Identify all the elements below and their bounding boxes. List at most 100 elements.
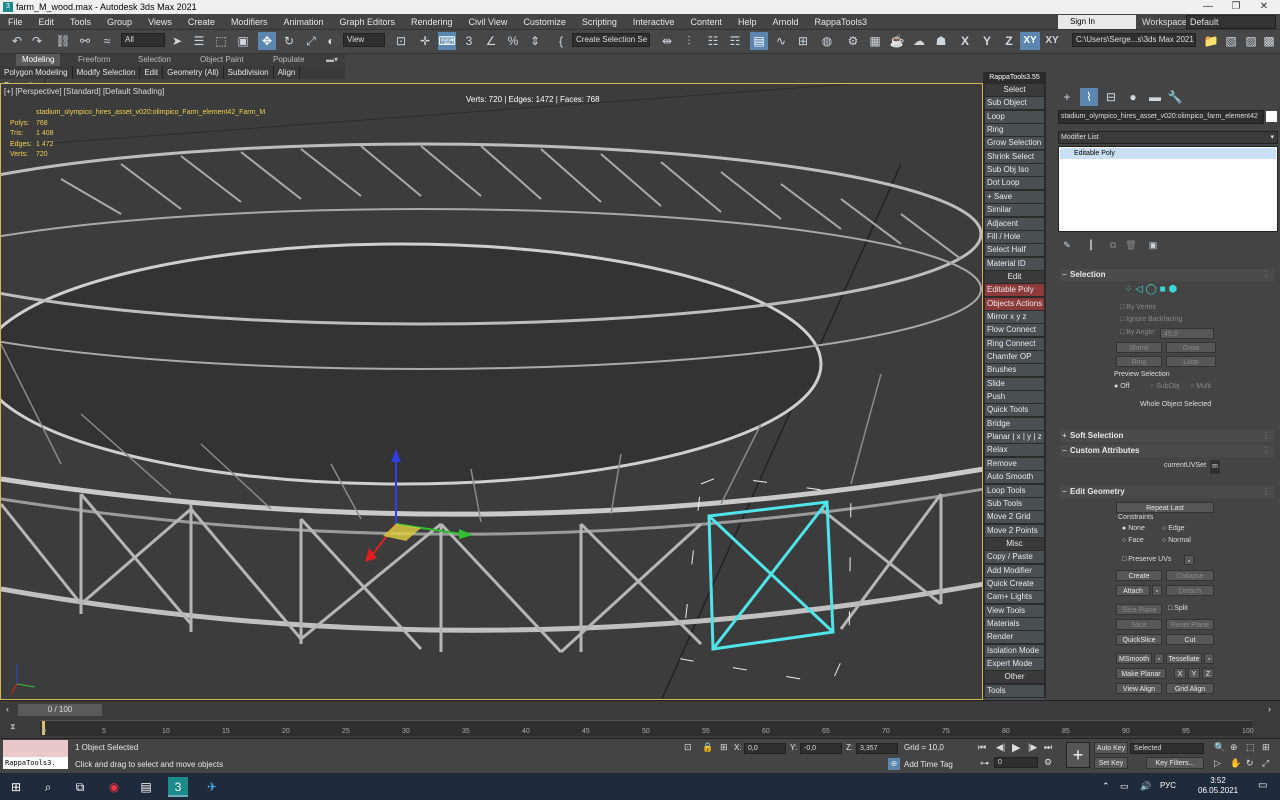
menu-edit[interactable]: Edit — [31, 14, 63, 30]
key-filter-icon[interactable]: ⧗ — [10, 722, 16, 732]
y-coordinate-field[interactable]: -0,0 — [800, 743, 842, 754]
x-coordinate-field[interactable]: 0,0 — [744, 743, 786, 754]
menu-tools[interactable]: Tools — [62, 14, 99, 30]
render-icon[interactable]: ☕ — [888, 32, 906, 50]
toolbar-more-icon[interactable]: ▩ — [1260, 32, 1278, 50]
goto-start-icon[interactable]: ⏮ — [978, 742, 986, 753]
menu-animation[interactable]: Animation — [275, 14, 331, 30]
utilities-tab-icon[interactable]: 🔧 — [1166, 88, 1184, 106]
rappa-button-15[interactable]: Editable Poly — [985, 284, 1044, 297]
next-frame-icon[interactable]: › — [1268, 704, 1271, 714]
menu-views[interactable]: Views — [140, 14, 180, 30]
preserve-uvs-settings-icon[interactable]: ▫ — [1184, 555, 1194, 565]
by-angle-checkbox[interactable]: □ By Angle: — [1120, 328, 1156, 338]
rappa-button-12[interactable]: Select Half — [985, 244, 1044, 257]
menu-modifiers[interactable]: Modifiers — [223, 14, 276, 30]
absolute-mode-icon[interactable]: ⊞ — [720, 742, 728, 753]
create-tab-icon[interactable]: + — [1058, 88, 1076, 106]
task-view-icon[interactable]: ⧉ — [70, 777, 90, 797]
tab-populate[interactable]: Populate — [273, 54, 305, 66]
axis-x-button[interactable]: X — [956, 32, 974, 50]
rappa-button-7[interactable]: Dot Loop — [985, 177, 1044, 190]
menu-rendering[interactable]: Rendering — [403, 14, 461, 30]
render-cloud-icon[interactable]: ☁ — [910, 32, 928, 50]
reset-plane-button[interactable]: Reset Plane — [1166, 619, 1214, 630]
object-name-field[interactable]: stadium_olympico_hires_asset_v020:olimpi… — [1058, 110, 1264, 124]
snapshot-icon[interactable]: ▧ — [1222, 32, 1240, 50]
material-editor-icon[interactable]: ◍ — [818, 32, 836, 50]
make-unique-icon[interactable]: ⧉ — [1104, 236, 1122, 254]
rappa-button-37[interactable]: Quick Create — [985, 577, 1044, 590]
pivot-icon[interactable]: ⊡ — [392, 32, 410, 50]
rappa-button-4[interactable]: Grow Selection — [985, 137, 1044, 150]
bind-spacewarp-icon[interactable]: ≈ — [98, 32, 116, 50]
rappa-button-8[interactable]: + Save — [985, 190, 1044, 203]
panel-polygon-modeling[interactable]: Polygon Modeling — [0, 66, 73, 79]
quickslice-button[interactable]: QuickSlice — [1116, 634, 1162, 645]
edge-mode-icon[interactable]: ◁ — [1135, 284, 1143, 295]
rappa-button-6[interactable]: Sub Obj Iso — [985, 164, 1044, 177]
rappa-button-23[interactable]: Push — [985, 391, 1044, 404]
menu-help[interactable]: Help — [730, 14, 765, 30]
render-iterative-icon[interactable]: ☗ — [932, 32, 950, 50]
rappa-button-9[interactable]: Similar — [985, 204, 1044, 217]
set-key-big-button[interactable]: + — [1066, 742, 1090, 768]
rappa-button-28[interactable]: Remove — [985, 457, 1044, 470]
menu-content[interactable]: Content — [682, 14, 730, 30]
rappa-button-1[interactable]: Sub Object — [985, 97, 1044, 110]
scale-icon[interactable]: ⤢ — [302, 32, 320, 50]
curve-editor-icon[interactable]: ∿ — [772, 32, 790, 50]
angle-spinner[interactable]: 45,0 — [1160, 328, 1214, 339]
rappa-button-29[interactable]: Auto Smooth — [985, 471, 1044, 484]
constraint-none-radio[interactable]: ● None — [1122, 524, 1145, 534]
slice-button[interactable]: Slice — [1116, 619, 1162, 630]
panel-modify-selection[interactable]: Modify Selection — [73, 66, 141, 79]
axis-y-button[interactable]: Y — [978, 32, 996, 50]
planar-z-button[interactable]: Z — [1202, 668, 1214, 679]
zoom-extents-all-icon[interactable]: ⊞ — [1262, 742, 1270, 753]
link-icon[interactable]: ⛓ — [54, 32, 72, 50]
soft-selection-rollout[interactable]: + Soft Selection ⋮ — [1060, 430, 1274, 442]
slice-plane-button[interactable]: Slice Plane — [1116, 604, 1162, 615]
align-icon[interactable]: ⫶ — [680, 32, 698, 50]
maximize-viewport-icon[interactable]: ⤢ — [1262, 758, 1269, 769]
sign-in-dropdown[interactable]: Sign In — [1058, 15, 1136, 29]
scene-explorer-icon[interactable]: ☷ — [704, 32, 722, 50]
hierarchy-tab-icon[interactable]: ⊟ — [1102, 88, 1120, 106]
fov-icon[interactable]: ▷ — [1214, 758, 1221, 769]
orbit-icon[interactable]: ↻ — [1246, 758, 1254, 769]
view-align-button[interactable]: View Align — [1116, 683, 1162, 694]
create-button[interactable]: Create — [1116, 570, 1162, 581]
edit-geometry-rollout[interactable]: − Edit Geometry ⋮ — [1060, 486, 1274, 498]
rect-selection-icon[interactable]: ⬚ — [212, 32, 230, 50]
menu-scripting[interactable]: Scripting — [574, 14, 625, 30]
maxscript-input[interactable]: RappaTools3. — [3, 757, 68, 769]
perspective-viewport[interactable] — [0, 83, 983, 700]
loop-button[interactable]: Loop — [1166, 356, 1216, 367]
viewport-label-menu[interactable]: [+] [Perspective] [Standard] [Default Sh… — [4, 87, 164, 96]
tessellate-settings-icon[interactable]: ▫ — [1204, 653, 1214, 664]
preview-multi-radio[interactable]: ○ Multi — [1190, 382, 1211, 392]
collapse-button[interactable]: Collapse — [1166, 570, 1214, 581]
redo-icon[interactable]: ↷ — [28, 32, 46, 50]
snap-3d-icon[interactable]: 3 — [460, 32, 478, 50]
add-time-tag[interactable]: Add Time Tag — [904, 759, 953, 771]
axis-xy-button[interactable]: XY — [1020, 32, 1040, 50]
zoom-all-icon[interactable]: ⊕ — [1230, 742, 1238, 753]
rappa-button-5[interactable]: Shrink Select — [985, 150, 1044, 163]
rappa-button-19[interactable]: Ring Connect — [985, 337, 1044, 350]
pin-stack-icon[interactable]: ✎ — [1058, 236, 1076, 254]
taskbar-clock[interactable]: 3:52 06.05.2021 — [1198, 776, 1238, 796]
ribbon-toggle-icon[interactable]: ▤ — [750, 32, 768, 50]
rappa-button-39[interactable]: View Tools — [985, 604, 1044, 617]
mirror-icon[interactable]: ⇹ — [658, 32, 676, 50]
layer-explorer-icon[interactable]: ☶ — [726, 32, 744, 50]
network-icon[interactable]: ▭ — [1120, 781, 1129, 792]
keyboard-shortcut-icon[interactable]: ⌨ — [438, 32, 456, 50]
object-color-swatch[interactable] — [1266, 111, 1277, 122]
window-crossing-icon[interactable]: ▣ — [234, 32, 252, 50]
attach-list-icon[interactable]: ▫ — [1152, 585, 1162, 596]
menu-create[interactable]: Create — [180, 14, 223, 30]
ribbon-options-icon[interactable]: ▬▾ — [326, 54, 338, 66]
chrome-icon[interactable]: ◉ — [104, 777, 124, 797]
